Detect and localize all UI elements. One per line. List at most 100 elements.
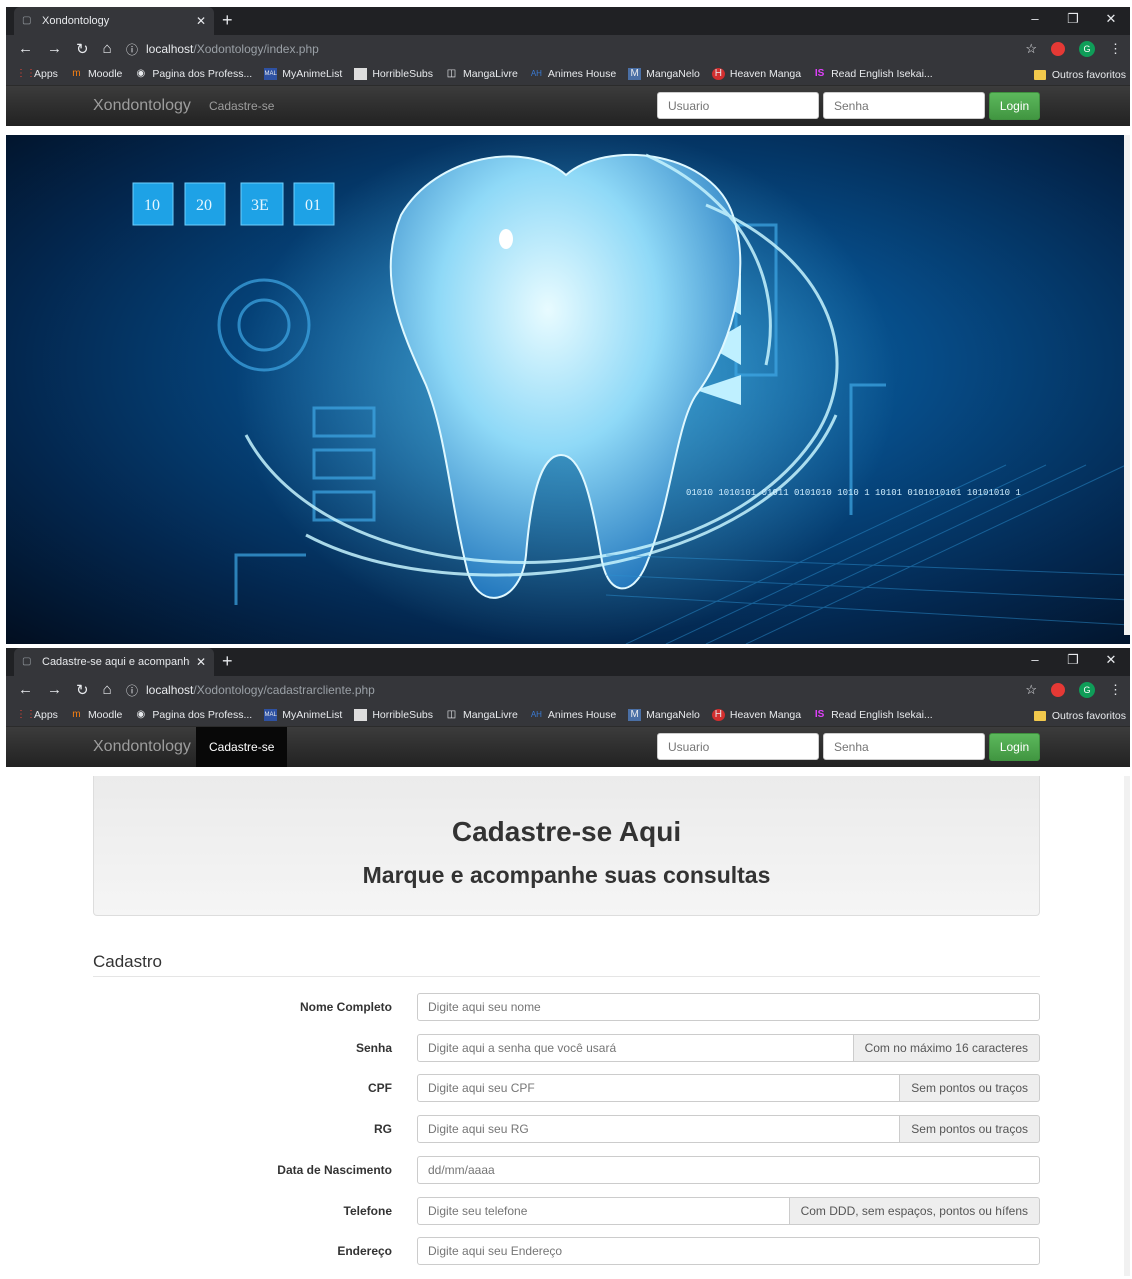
mangalivre-icon: ◫ [446,709,457,720]
url-host: localhost [146,42,194,56]
back-icon[interactable]: ← [18,40,33,58]
username-input[interactable] [657,92,819,119]
bookmark-mangalivre[interactable]: ◫ MangaLivre [445,709,518,721]
star-icon[interactable]: ☆ [1025,41,1037,57]
manganelo-icon: M [628,709,642,721]
bookmark-animeshouse[interactable]: AH Animes House [530,68,616,80]
info-icon[interactable]: ⓘ [126,682,138,699]
site-brand[interactable]: Xondontology [93,727,191,767]
bookmark-manganelo[interactable]: M MangaNelo [628,68,700,80]
back-icon[interactable]: ← [18,681,33,699]
profile-avatar[interactable]: G [1079,41,1095,57]
manganelo-icon: M [628,68,642,80]
bookmark-myanimelist[interactable]: MAL MyAnimeList [264,68,342,80]
reload-icon[interactable]: ↻ [76,681,89,699]
site-navbar: Xondontology Cadastre-se Login [6,727,1130,767]
extension-icon[interactable] [1051,683,1065,697]
profile-avatar[interactable]: G [1079,682,1095,698]
bookmark-apps[interactable]: ⋮⋮ Apps [16,68,58,80]
tab-strip: ▢ Cadastre-se aqui e acompanhe s ✕ + – ❐… [6,648,1130,676]
login-button[interactable]: Login [989,733,1040,761]
bookmark-moodle[interactable]: m Moodle [70,68,122,80]
rg-input[interactable] [417,1115,901,1143]
telefone-hint: Com DDD, sem espaços, pontos ou hífens [789,1197,1040,1225]
tab-home[interactable]: ▢ Xondontology ✕ [14,7,214,35]
bookmark-other[interactable]: Outros favoritos [1033,63,1126,86]
minimize-icon[interactable]: – [1016,7,1054,31]
animeshouse-icon: AH [530,69,542,78]
new-tab-icon[interactable]: + [222,651,233,672]
field-row-cpf: CPF Sem pontos ou traços [6,1074,1130,1102]
page-scrollbar[interactable] [1124,776,1130,1276]
bookmark-moodle[interactable]: m Moodle [70,709,122,721]
folder-icon [1033,710,1046,721]
bookmark-horriblesubs[interactable]: HorribleSubs [354,68,433,80]
bookmark-professor[interactable]: ◉ Pagina dos Profess... [134,68,253,80]
bookmark-other[interactable]: Outros favoritos [1033,704,1126,727]
hero-box-4: 01 [305,197,321,214]
site-brand[interactable]: Xondontology [93,86,191,126]
heavenmanga-icon: H [711,68,725,80]
nome-input[interactable] [417,993,1040,1021]
bookmark-myanimelist[interactable]: MAL MyAnimeList [264,709,342,721]
restore-icon[interactable]: ❐ [1054,648,1092,672]
horriblesubs-icon [354,68,368,80]
bookmark-mangalivre[interactable]: ◫ MangaLivre [445,68,518,80]
bookmarks-bar: ⋮⋮ Apps m Moodle ◉ Pagina dos Profess... MA… [6,704,1130,727]
senha-input[interactable] [417,1034,854,1062]
menu-icon[interactable]: ⋮ [1109,682,1122,698]
star-icon[interactable]: ☆ [1025,682,1037,698]
close-window-icon[interactable]: ✕ [1092,7,1130,31]
field-row-rg: RG Sem pontos ou traços [6,1115,1130,1143]
address-bar[interactable]: ⓘ localhost/Xodontology/index.php [126,41,319,58]
close-tab-icon[interactable]: ✕ [196,655,206,669]
nav-cadastre-se[interactable]: Cadastre-se [196,727,288,767]
home-icon[interactable]: ⌂ [103,40,112,58]
address-bar[interactable]: ⓘ localhost/Xodontology/cadastrarcliente… [126,682,375,699]
close-tab-icon[interactable]: ✕ [196,14,206,28]
form-legend: Cadastro [93,952,1040,977]
bookmark-isekai[interactable]: IS Read English Isekai... [813,68,933,80]
bookmark-horriblesubs[interactable]: HorribleSubs [354,709,433,721]
login-button[interactable]: Login [989,92,1040,120]
bookmark-heavenmanga[interactable]: H Heaven Manga [711,68,801,80]
mangalivre-icon: ◫ [446,68,457,79]
field-row-nome: Nome Completo [6,993,1130,1021]
cpf-input[interactable] [417,1074,901,1102]
page-scrollbar[interactable] [1124,135,1130,635]
minimize-icon[interactable]: – [1016,648,1054,672]
username-input[interactable] [657,733,819,760]
info-icon[interactable]: ⓘ [126,41,138,58]
extension-icon[interactable] [1051,42,1065,56]
bookmark-manganelo[interactable]: M MangaNelo [628,709,700,721]
restore-icon[interactable]: ❐ [1054,7,1092,31]
bookmark-apps[interactable]: ⋮⋮ Apps [16,709,58,721]
password-input[interactable] [823,733,985,760]
close-window-icon[interactable]: ✕ [1092,648,1130,672]
home-icon[interactable]: ⌂ [103,681,112,699]
menu-icon[interactable]: ⋮ [1109,41,1122,57]
password-input[interactable] [823,92,985,119]
new-tab-icon[interactable]: + [222,10,233,31]
nascimento-input[interactable] [417,1156,1040,1184]
hero-box-1: 10 [144,197,160,214]
url-path: /Xodontology/index.php [193,42,319,56]
bookmark-heavenmanga[interactable]: H Heaven Manga [711,709,801,721]
senha-label: Senha [355,1041,392,1055]
isekai-icon: IS [814,709,825,720]
endereco-input[interactable] [417,1237,1040,1265]
field-row-telefone: Telefone Com DDD, sem espaços, pontos ou… [6,1197,1130,1225]
telefone-input[interactable] [417,1197,790,1225]
cpf-label: CPF [368,1081,392,1095]
tab-register[interactable]: ▢ Cadastre-se aqui e acompanhe s ✕ [14,648,214,676]
nav-cadastre-se[interactable]: Cadastre-se [196,86,287,126]
hero-box-2: 20 [196,197,212,214]
page-title: Cadastre-se Aqui [451,816,682,847]
apps-grid-icon: ⋮⋮ [16,68,36,79]
reload-icon[interactable]: ↻ [76,40,89,58]
bookmark-professor[interactable]: ◉ Pagina dos Profess... [134,709,253,721]
bookmark-isekai[interactable]: IS Read English Isekai... [813,709,933,721]
forward-icon[interactable]: → [47,681,62,699]
forward-icon[interactable]: → [47,40,62,58]
bookmark-animeshouse[interactable]: AH Animes House [530,709,616,721]
